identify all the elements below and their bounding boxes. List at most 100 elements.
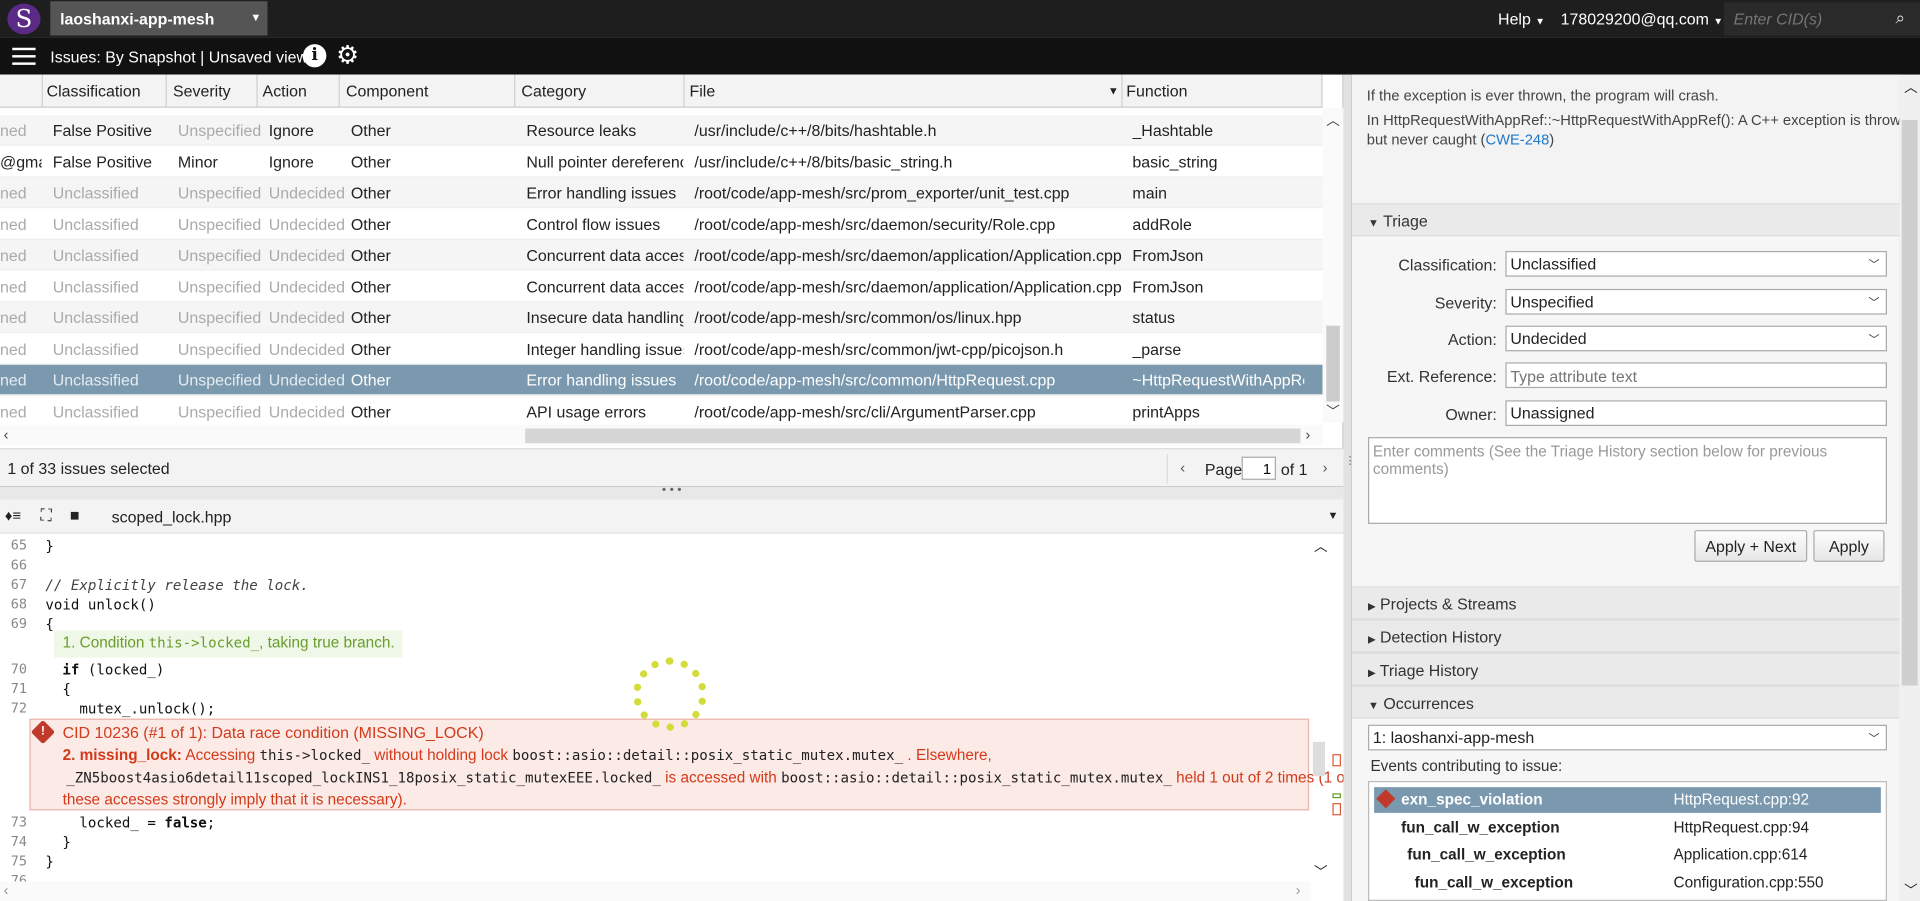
cell-function: main bbox=[1132, 184, 1304, 202]
right-panel-splitter[interactable]: ⋮ bbox=[1343, 75, 1350, 901]
cell-file: /root/code/app-mesh/src/daemon/applicati… bbox=[694, 277, 1121, 295]
table-row[interactable]: nedUnclassifiedUnspecifiedUndecidedOther… bbox=[0, 334, 1323, 365]
scroll-left-icon[interactable]: ‹ bbox=[4, 426, 9, 443]
event-minimap[interactable] bbox=[1331, 534, 1343, 882]
event-name: fun_call_w_exception bbox=[1407, 846, 1566, 863]
app-logo[interactable]: S bbox=[7, 4, 40, 35]
table-row[interactable]: nedUnclassifiedUnspecifiedUndecidedOther… bbox=[0, 209, 1323, 240]
next-page-icon[interactable]: › bbox=[1323, 459, 1328, 476]
col-severity[interactable]: Severity bbox=[173, 82, 231, 100]
event-location[interactable]: HttpRequest.cpp:94 bbox=[1673, 818, 1809, 835]
cwe-link[interactable]: CWE-248 bbox=[1485, 131, 1549, 148]
table-row[interactable]: nedUnclassifiedUnspecifiedUndecidedOther… bbox=[0, 302, 1323, 333]
triage-history-header[interactable]: ▶ Triage History bbox=[1352, 652, 1900, 685]
owner-label: Owner: bbox=[1352, 405, 1497, 423]
code-vscroll-thumb[interactable] bbox=[1313, 742, 1325, 776]
cell-action: Ignore bbox=[269, 121, 314, 139]
col-function[interactable]: Function bbox=[1126, 82, 1187, 100]
cell-classification: Unclassified bbox=[53, 340, 139, 358]
project-selector[interactable]: laoshanxi-app-mesh ▼ bbox=[50, 1, 267, 35]
projects-section-header[interactable]: ▶ Projects & Streams bbox=[1352, 586, 1900, 619]
cell-function: FromJson bbox=[1132, 277, 1304, 295]
folder-icon[interactable]: ■ bbox=[70, 506, 80, 524]
section-title: Occurrences bbox=[1383, 694, 1473, 712]
scroll-left-icon[interactable]: ‹ bbox=[4, 881, 9, 898]
stream-select[interactable]: 1: laoshanxi-app-mesh﹀ bbox=[1368, 725, 1887, 751]
cell-category: Concurrent data access bbox=[526, 277, 683, 295]
owner-input[interactable]: Unassigned bbox=[1505, 400, 1887, 426]
event-location[interactable]: Application.cpp:614 bbox=[1673, 846, 1807, 863]
code-vertical-scrollbar[interactable]: ︿ ﹀ bbox=[1310, 534, 1331, 882]
severity-select[interactable]: Unspecified﹀ bbox=[1505, 289, 1887, 315]
table-row[interactable]: nedUnclassifiedUnspecifiedUndecidedOther… bbox=[0, 365, 1323, 396]
code-horizontal-scrollbar[interactable]: ‹ › bbox=[0, 881, 1310, 901]
warning-icon: ! bbox=[31, 720, 55, 744]
code-line: } bbox=[45, 853, 54, 870]
cell-component: Other bbox=[351, 121, 391, 139]
table-row[interactable]: nedUnclassifiedUnspecifiedUndecidedOther… bbox=[0, 271, 1323, 302]
table-hscroll-thumb[interactable] bbox=[525, 428, 1300, 443]
event-item[interactable]: fun_call_w_exceptionHttpRequest.cpp:94 bbox=[1374, 815, 1881, 841]
col-action[interactable]: Action bbox=[263, 82, 307, 100]
cell-category: Error handling issues bbox=[526, 184, 683, 202]
table-row[interactable]: nedUnclassifiedUnspecifiedUndecidedOther… bbox=[0, 240, 1323, 271]
prev-page-icon[interactable]: ‹ bbox=[1180, 459, 1185, 476]
scroll-right-icon[interactable]: › bbox=[1305, 426, 1310, 443]
table-row[interactable]: @gmaFalse PositiveMinorIgnoreOtherNull p… bbox=[0, 146, 1323, 177]
event-location[interactable]: HttpRequest.cpp:92 bbox=[1673, 791, 1809, 808]
ext-reference-input[interactable] bbox=[1505, 362, 1887, 388]
minimap-event-mark[interactable] bbox=[1332, 793, 1341, 798]
scroll-down-icon[interactable]: ﹀ bbox=[1904, 880, 1917, 900]
event-item[interactable]: fun_call_w_exception Application.cpp:614 bbox=[1374, 842, 1881, 868]
table-row[interactable]: nedFalse PositiveUnspecifiedIgnoreOtherR… bbox=[0, 115, 1323, 146]
scroll-up-icon[interactable]: ︿ bbox=[1314, 536, 1327, 556]
cid-input[interactable] bbox=[1724, 2, 1920, 35]
panel-vscroll-thumb[interactable] bbox=[1902, 120, 1918, 686]
table-row[interactable]: nedUnclassifiedUnspecifiedUndecidedOther… bbox=[0, 396, 1323, 427]
info-icon[interactable]: i bbox=[303, 44, 326, 67]
cell-file: /root/code/app-mesh/src/daemon/security/… bbox=[694, 215, 1055, 233]
expand-icon[interactable]: ⛶ bbox=[40, 506, 51, 526]
line-number: 67 bbox=[0, 577, 27, 593]
col-category[interactable]: Category bbox=[521, 82, 586, 100]
event-item[interactable]: fun_call_w_exceptionConfiguration.cpp:55… bbox=[1374, 870, 1881, 896]
col-classification[interactable]: Classification bbox=[47, 82, 141, 100]
defect-title[interactable]: CID 10236 (#1 of 1): Data race condition… bbox=[63, 724, 484, 742]
action-select[interactable]: Undecided﹀ bbox=[1505, 326, 1887, 352]
occurrences-header[interactable]: ▼ Occurrences bbox=[1352, 686, 1900, 719]
search-icon[interactable]: ⌕ bbox=[1896, 7, 1906, 28]
file-menu-caret-icon[interactable]: ▼ bbox=[1328, 509, 1339, 521]
source-file-name[interactable]: scoped_lock.hpp bbox=[112, 508, 232, 526]
cell-action: Undecided bbox=[269, 402, 345, 420]
hamburger-menu-icon[interactable] bbox=[12, 48, 35, 65]
col-file[interactable]: File bbox=[690, 82, 716, 100]
classification-select[interactable]: Unclassified﹀ bbox=[1505, 251, 1887, 277]
table-row[interactable]: nedUnclassifiedUnspecifiedUndecidedOther… bbox=[0, 178, 1323, 209]
scroll-down-icon[interactable]: ﹀ bbox=[1326, 402, 1339, 422]
minimap-defect-mark[interactable] bbox=[1332, 803, 1341, 815]
cell-function: _Hashtable bbox=[1132, 121, 1304, 139]
toggle-events-icon[interactable]: ♦≡ bbox=[5, 507, 21, 524]
comments-textarea[interactable]: Enter comments (See the Triage History s… bbox=[1368, 437, 1887, 524]
scroll-up-icon[interactable]: ︿ bbox=[1904, 77, 1917, 97]
triage-section-header[interactable]: ▼ Triage bbox=[1352, 203, 1900, 236]
view-title[interactable]: Issues: By Snapshot | Unsaved view bbox=[50, 48, 308, 66]
user-menu[interactable]: 178029200@qq.com ▼ bbox=[1561, 10, 1724, 28]
scroll-down-icon[interactable]: ﹀ bbox=[1314, 862, 1327, 882]
page-input[interactable] bbox=[1242, 457, 1276, 480]
detection-history-header[interactable]: ▶ Detection History bbox=[1352, 619, 1900, 652]
gear-icon[interactable]: ⚙ bbox=[336, 40, 359, 71]
apply-next-button[interactable]: Apply + Next bbox=[1694, 530, 1807, 562]
sort-caret-icon[interactable]: ▼ bbox=[1108, 84, 1119, 96]
pane-splitter[interactable]: • • • bbox=[0, 487, 1343, 499]
scroll-right-icon[interactable]: › bbox=[1296, 881, 1301, 898]
defect-line-3: these accesses strongly imply that it is… bbox=[63, 791, 407, 808]
col-component[interactable]: Component bbox=[346, 82, 428, 100]
event-location[interactable]: Configuration.cpp:550 bbox=[1673, 873, 1823, 890]
scroll-up-icon[interactable]: ︿ bbox=[1326, 110, 1339, 130]
minimap-defect-mark[interactable] bbox=[1332, 754, 1341, 766]
table-vscroll-thumb[interactable] bbox=[1326, 326, 1339, 402]
apply-button[interactable]: Apply bbox=[1813, 530, 1884, 562]
help-menu[interactable]: Help ▼ bbox=[1498, 10, 1545, 28]
event-item[interactable]: exn_spec_violationHttpRequest.cpp:92 bbox=[1374, 787, 1881, 813]
